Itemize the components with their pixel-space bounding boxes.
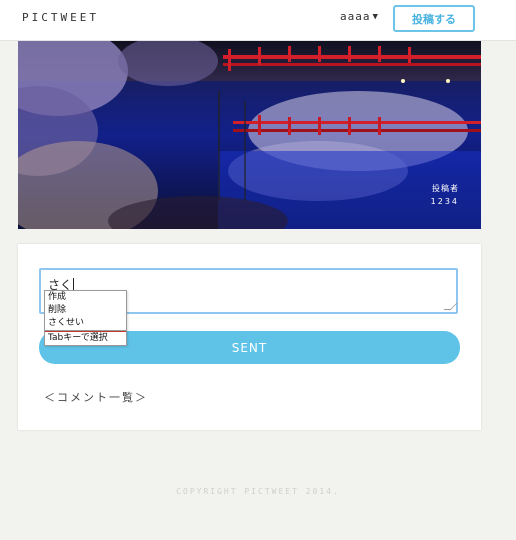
tweet-photo: 投稿者 1234: [18, 41, 481, 229]
night-bridge-photo: [18, 41, 481, 229]
poster-name[interactable]: 1234: [431, 197, 459, 206]
site-header: PICTWEET aaaa ▼ 投稿する: [0, 0, 516, 41]
copyright: COPYRIGHT PICTWEET 2014.: [176, 487, 340, 496]
dropdown-caret-icon: ▼: [372, 11, 379, 22]
username: aaaa: [340, 10, 371, 23]
poster-label: 投稿者: [432, 184, 459, 193]
comment-list-link[interactable]: ＜コメント一覧＞: [44, 389, 148, 405]
ime-hint: Tabキーで選択: [45, 331, 126, 345]
site-logo[interactable]: PICTWEET: [22, 11, 99, 24]
ime-candidate-popup: 作成 削除 さくせい Tabキーで選択: [44, 290, 127, 346]
ime-candidate[interactable]: 作成: [45, 291, 126, 304]
ime-candidate[interactable]: さくせい: [45, 317, 126, 331]
resize-grip-icon[interactable]: [443, 303, 458, 310]
post-button[interactable]: 投稿する: [393, 5, 475, 32]
user-menu[interactable]: aaaa ▼: [340, 10, 379, 23]
ime-candidate[interactable]: 削除: [45, 304, 126, 317]
